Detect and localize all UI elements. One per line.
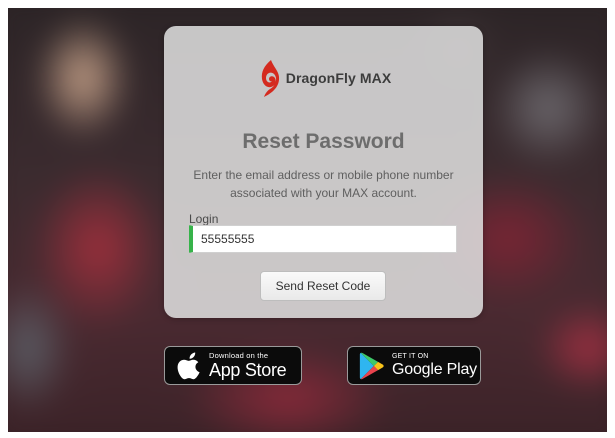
dragonfly-logo-icon: [261, 60, 279, 97]
brand-header: DragonFly MAX: [164, 58, 483, 98]
brand-name: DragonFly MAX: [285, 70, 392, 86]
reset-password-card: DragonFly MAX Reset Password Enter the e…: [164, 26, 483, 318]
page-frame: DragonFly MAX Reset Password Enter the e…: [8, 8, 607, 432]
app-store-badge[interactable]: Download on the App Store: [164, 346, 302, 385]
google-play-badge[interactable]: GET IT ON Google Play: [347, 346, 481, 385]
google-play-small-text: GET IT ON: [392, 353, 429, 360]
app-store-small-text: Download on the: [209, 350, 269, 360]
login-input[interactable]: [189, 225, 457, 253]
app-store-text: Download on the App Store: [209, 350, 287, 381]
send-reset-code-button[interactable]: Send Reset Code: [260, 271, 386, 301]
page-title: Reset Password: [242, 130, 405, 153]
google-play-text: GET IT ON Google Play: [392, 353, 477, 378]
login-label: Login: [189, 212, 219, 226]
google-play-big-text: Google Play: [392, 361, 477, 378]
instructions-text: Enter the email address or mobile phone …: [193, 168, 454, 200]
google-play-icon: [359, 352, 384, 379]
app-store-big-text: App Store: [209, 360, 287, 381]
apple-icon: [177, 352, 200, 379]
